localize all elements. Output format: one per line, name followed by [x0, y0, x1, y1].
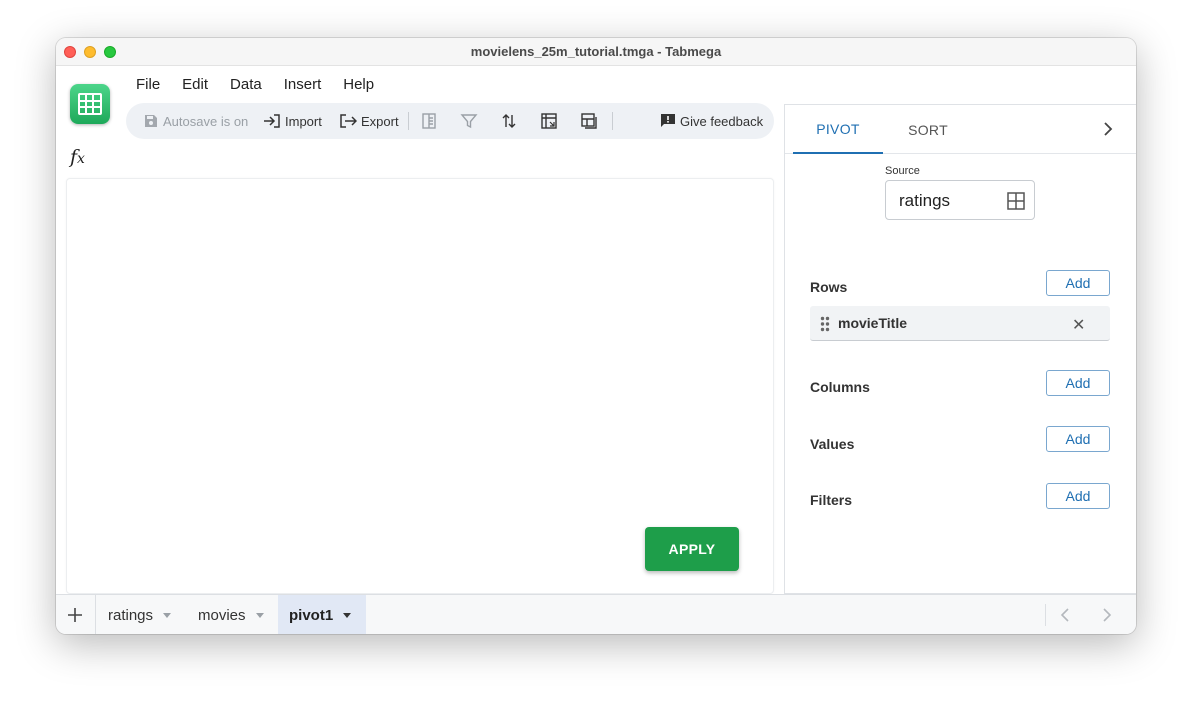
add-sheet-icon[interactable]	[66, 606, 84, 624]
menu-help[interactable]: Help	[343, 76, 385, 96]
table-icon	[1007, 192, 1025, 210]
rows-label: Rows	[810, 279, 848, 295]
tab-sort[interactable]: SORT	[885, 105, 971, 154]
drag-handle-icon[interactable]	[820, 316, 830, 332]
save-icon	[145, 115, 157, 127]
add-row-button[interactable]: Add	[1046, 270, 1110, 296]
menu-edit[interactable]: Edit	[182, 76, 219, 96]
sort-button[interactable]	[500, 103, 518, 139]
menu-data[interactable]: Data	[230, 76, 273, 96]
export-icon	[340, 114, 357, 128]
import-button[interactable]: Import	[263, 103, 322, 139]
values-label: Values	[810, 436, 855, 452]
sheet-tab-label: movies	[198, 606, 246, 624]
menu-file[interactable]: File	[136, 76, 171, 96]
layout-button[interactable]	[580, 103, 598, 139]
columns-button[interactable]	[420, 103, 438, 139]
apply-button[interactable]: APPLY	[645, 527, 739, 571]
sheet-tab-label: ratings	[108, 606, 154, 624]
app-window: movielens_25m_tutorial.tmga - Tabmega Fi…	[56, 38, 1136, 634]
add-filter-button[interactable]: Add	[1046, 483, 1110, 509]
filter-button[interactable]	[460, 103, 478, 139]
sheet-tab-ratings[interactable]: ratings	[96, 595, 183, 634]
autosave-button[interactable]: Autosave is on	[143, 103, 248, 139]
sort-icon	[502, 114, 516, 128]
feedback-icon	[661, 114, 675, 127]
side-panel: PIVOT SORT Source ratings Rows Add movie…	[784, 104, 1136, 594]
autosave-label: Autosave is on	[163, 113, 249, 129]
add-value-button[interactable]: Add	[1046, 426, 1110, 452]
caret-down-icon[interactable]	[343, 612, 352, 618]
toolbar-divider	[408, 112, 409, 130]
export-label: Export	[361, 113, 399, 129]
title-bar: movielens_25m_tutorial.tmga - Tabmega	[56, 38, 1136, 66]
caret-down-icon[interactable]	[163, 612, 172, 618]
fx-icon[interactable]: fx	[70, 146, 85, 168]
filters-label: Filters	[810, 492, 853, 508]
toolbar-divider	[612, 112, 613, 130]
app-logo-icon	[70, 84, 110, 124]
give-feedback-button[interactable]: Give feedback	[660, 103, 763, 139]
panel-tabs: PIVOT SORT	[785, 105, 1136, 154]
import-icon	[264, 114, 280, 128]
import-label: Import	[285, 113, 322, 129]
window-title: movielens_25m_tutorial.tmga - Tabmega	[470, 44, 722, 59]
menu-bar: File Edit Data Insert Help	[136, 76, 396, 96]
chevron-right-icon[interactable]	[1101, 121, 1115, 137]
remove-row-icon[interactable]: ✕	[1072, 315, 1085, 335]
row-chip-label: movieTitle	[838, 315, 907, 331]
chevron-right-icon[interactable]	[1098, 607, 1114, 623]
sheet-tab-movies[interactable]: movies	[186, 595, 276, 634]
pivot-button[interactable]	[540, 103, 558, 139]
nav-divider	[1045, 604, 1046, 626]
tab-pivot[interactable]: PIVOT	[793, 105, 883, 154]
sheet-tab-pivot1[interactable]: pivot1	[278, 595, 366, 634]
source-value: ratings	[899, 191, 951, 210]
filter-icon	[460, 114, 478, 129]
menu-insert[interactable]: Insert	[284, 76, 333, 96]
chevron-left-icon[interactable]	[1058, 607, 1074, 623]
sheet-bar: ratings movies pivot1	[56, 594, 1136, 634]
sheet-tab-label: pivot1	[289, 606, 334, 624]
caret-down-icon[interactable]	[255, 612, 264, 618]
source-label: Source	[885, 165, 920, 177]
add-column-button[interactable]: Add	[1046, 370, 1110, 396]
columns-label: Columns	[810, 379, 870, 395]
export-button[interactable]: Export	[339, 103, 399, 139]
source-select[interactable]: ratings	[885, 180, 1035, 220]
row-chip[interactable]: movieTitle ✕	[810, 306, 1110, 341]
layout-icon	[581, 113, 597, 129]
pivot-icon	[541, 113, 557, 129]
toolbar: Autosave is on Import Export Give feedba…	[126, 103, 774, 139]
columns-icon	[422, 113, 436, 129]
feedback-label: Give feedback	[680, 113, 764, 129]
